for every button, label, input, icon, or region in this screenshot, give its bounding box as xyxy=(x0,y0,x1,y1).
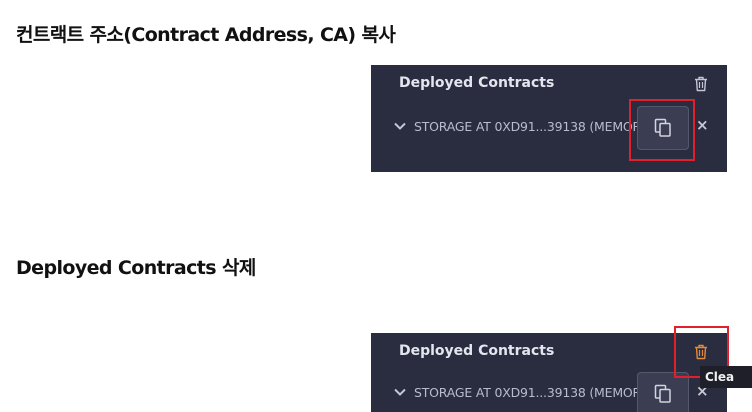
chevron-down-icon[interactable] xyxy=(393,118,407,132)
section-heading-delete-contracts: Deployed Contracts 삭제 xyxy=(16,257,256,279)
deployed-contracts-panel: Deployed Contracts STORAGE AT 0XD91...39… xyxy=(371,333,727,412)
copy-address-button[interactable] xyxy=(637,372,689,412)
panel-header: Deployed Contracts xyxy=(371,333,727,371)
contract-item-label[interactable]: STORAGE AT 0XD91...39138 (MEMORY) xyxy=(414,385,644,400)
contract-item-row: STORAGE AT 0XD91...39138 (MEMORY) × xyxy=(387,105,727,150)
panel-header: Deployed Contracts xyxy=(371,65,727,103)
tutorial-page: 컨트랙트 주소(Contract Address, CA) 복사 Deploye… xyxy=(0,0,752,412)
section-heading-copy-address: 컨트랙트 주소(Contract Address, CA) 복사 xyxy=(16,24,396,46)
remove-contract-button[interactable]: × xyxy=(696,116,710,134)
contract-item-row: STORAGE AT 0XD91...39138 (MEMORY) × xyxy=(387,371,727,412)
chevron-down-icon[interactable] xyxy=(393,384,407,398)
deployed-contracts-panel: Deployed Contracts STORAGE AT 0XD91...39… xyxy=(371,65,727,172)
trash-icon[interactable] xyxy=(693,75,709,93)
copy-icon xyxy=(654,384,671,403)
panel-title: Deployed Contracts xyxy=(399,343,555,359)
panel-title: Deployed Contracts xyxy=(399,75,555,91)
contract-item-label[interactable]: STORAGE AT 0XD91...39138 (MEMORY) xyxy=(414,119,644,134)
copy-address-button[interactable] xyxy=(637,106,689,150)
copy-icon xyxy=(654,118,671,137)
trash-icon[interactable] xyxy=(693,343,709,361)
clear-tooltip: Clea xyxy=(700,366,752,388)
